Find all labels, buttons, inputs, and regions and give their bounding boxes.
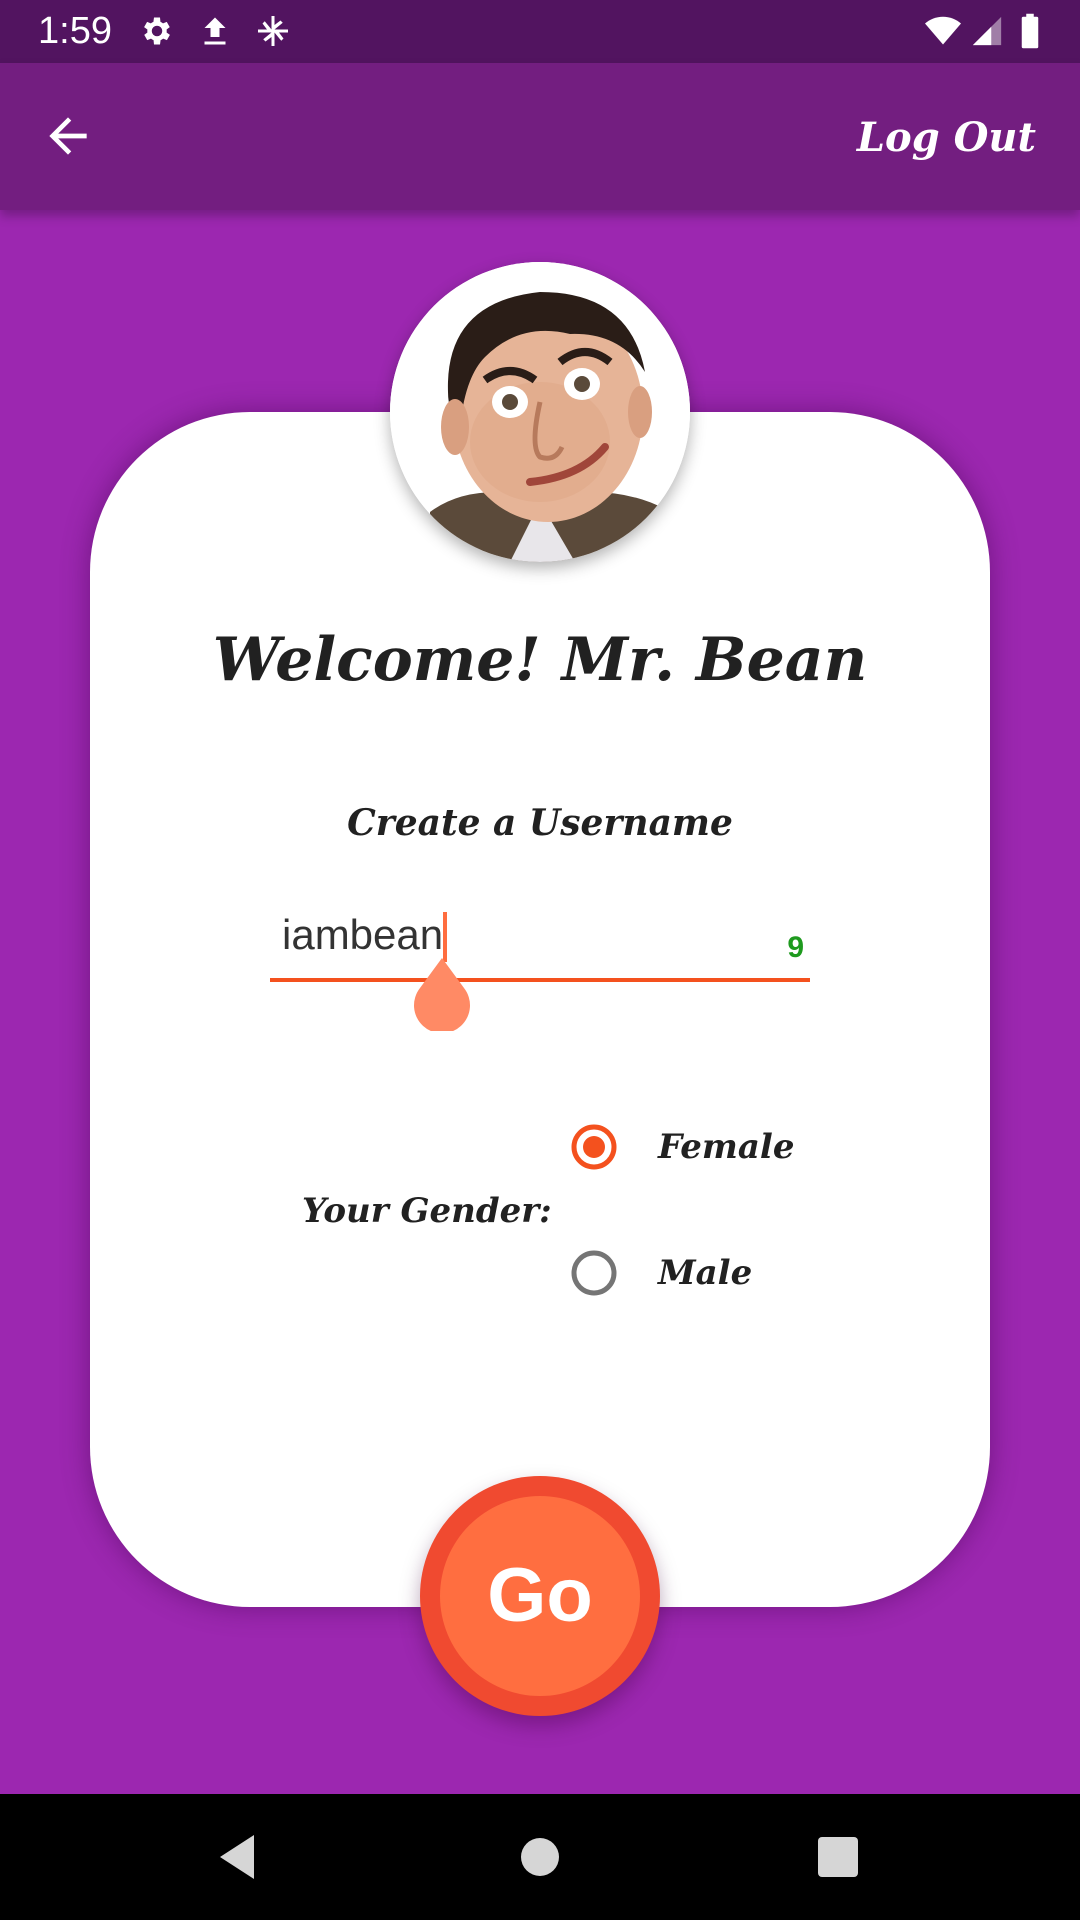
app-bar: Log Out xyxy=(0,63,1080,210)
gender-label: Your Gender: xyxy=(302,1191,552,1231)
go-button-label: Go xyxy=(487,1553,593,1638)
welcome-title: Welcome! Mr. Bean xyxy=(212,625,868,695)
radio-label-male: Male xyxy=(658,1253,753,1293)
settings-icon xyxy=(139,13,175,49)
character-counter: 9 xyxy=(787,931,804,964)
status-time: 1:59 xyxy=(38,10,112,52)
radio-label-female: Female xyxy=(658,1127,795,1167)
arrow-back-icon xyxy=(49,117,87,155)
back-triangle-icon[interactable] xyxy=(210,1827,270,1887)
avatar xyxy=(390,262,690,562)
wifi-icon xyxy=(921,13,965,49)
gender-option-male[interactable]: Male xyxy=(566,1243,826,1303)
username-input[interactable]: iambean 9 xyxy=(270,900,810,1031)
radio-unchecked-icon[interactable] xyxy=(570,1249,618,1297)
upload-icon xyxy=(197,13,233,49)
profile-card xyxy=(90,412,990,1607)
profile-photo xyxy=(390,262,690,562)
input-underline xyxy=(270,978,810,982)
username-label: Create a Username xyxy=(347,802,733,844)
battery-icon xyxy=(1016,13,1044,49)
text-cursor xyxy=(443,912,447,962)
cell-signal-icon xyxy=(970,13,1004,49)
home-circle-icon[interactable] xyxy=(510,1827,570,1887)
pinwheel-icon xyxy=(255,13,291,49)
go-button[interactable]: Go xyxy=(420,1476,660,1716)
username-value[interactable]: iambean xyxy=(282,910,443,960)
status-bar: 1:59 xyxy=(0,0,1080,63)
cursor-handle-icon[interactable] xyxy=(412,956,472,1031)
back-button[interactable] xyxy=(40,108,96,164)
recents-square-icon[interactable] xyxy=(808,1827,868,1887)
logout-button[interactable]: Log Out xyxy=(857,108,1036,168)
gender-option-female[interactable]: Female xyxy=(566,1117,826,1177)
radio-checked-icon[interactable] xyxy=(570,1123,618,1171)
navigation-bar xyxy=(0,1794,1080,1920)
